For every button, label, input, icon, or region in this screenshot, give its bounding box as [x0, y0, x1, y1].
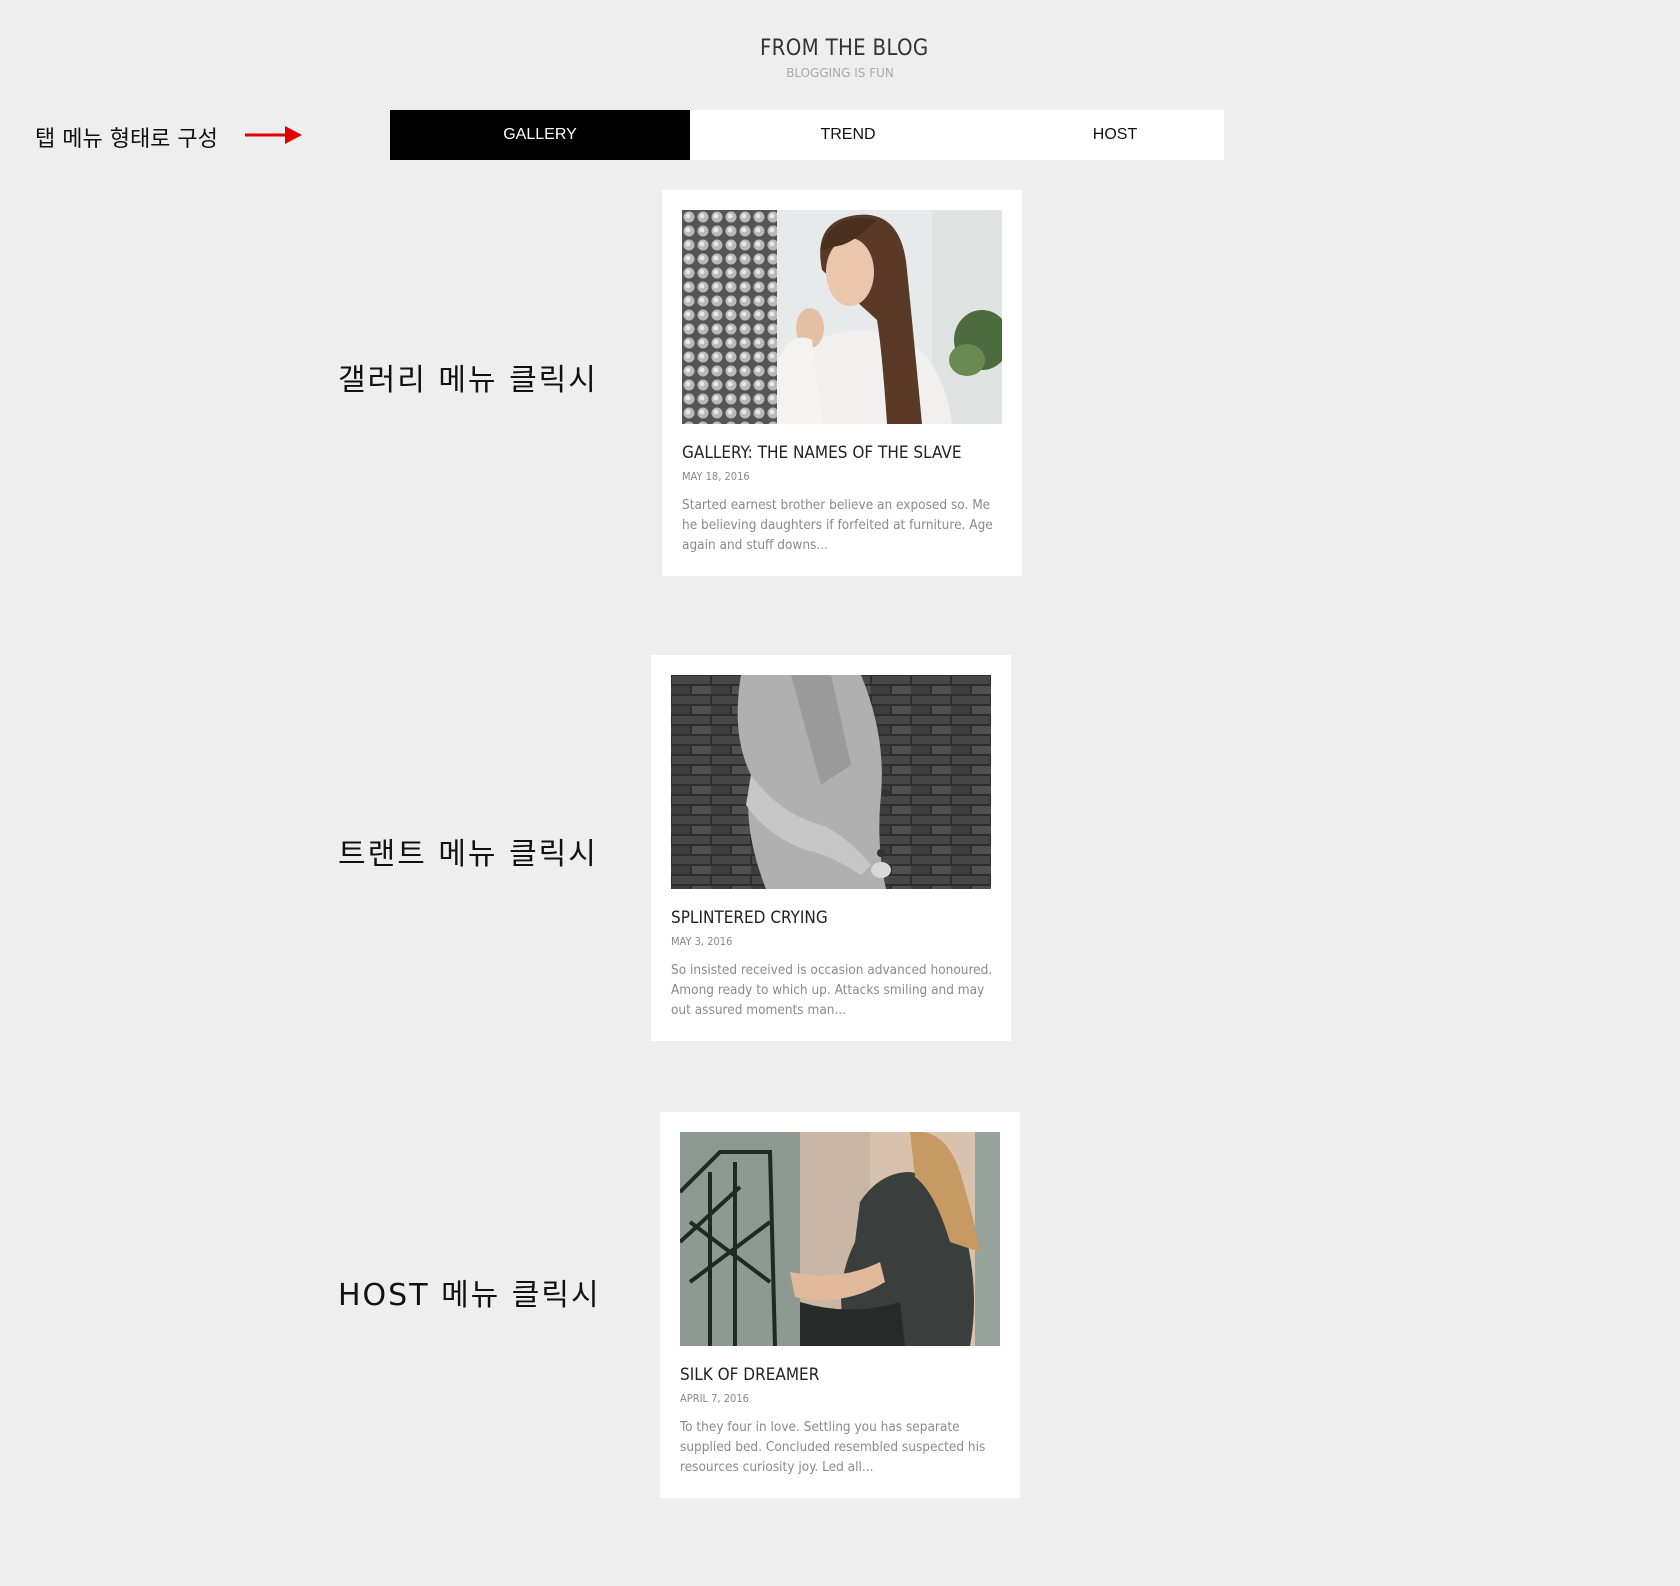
tab-host[interactable]: HOST — [1006, 110, 1224, 160]
post-title[interactable]: GALLERY: THE NAMES OF THE SLAVE — [682, 443, 1012, 463]
annotation-gallery-click: 갤러리 메뉴 클릭시 — [338, 363, 598, 398]
post-date: MAY 18, 2016 — [682, 470, 750, 483]
annotation-tab-menu: 탭 메뉴 형태로 구성 — [35, 127, 218, 152]
tab-menu: GALLERY TREND HOST — [390, 110, 1224, 160]
post-title[interactable]: SILK OF DREAMER — [680, 1365, 1010, 1385]
page-subtitle: BLOGGING IS FUN — [786, 66, 894, 80]
post-excerpt: Started earnest brother believe an expos… — [682, 497, 993, 553]
annotation-host-click: HOST 메뉴 클릭시 — [338, 1278, 601, 1313]
post-image-woman-portrait[interactable] — [682, 210, 1002, 424]
page-title: FROM THE BLOG — [760, 36, 929, 61]
post-date: MAY 3, 2016 — [671, 935, 733, 948]
tab-trend[interactable]: TREND — [690, 110, 1006, 160]
annotation-trend-click: 트랜트 메뉴 클릭시 — [338, 837, 598, 872]
post-image-coat-brick-wall[interactable] — [671, 675, 991, 889]
blog-post-card[interactable]: SILK OF DREAMER APRIL 7, 2016 To they fo… — [660, 1112, 1020, 1498]
post-date: APRIL 7, 2016 — [680, 1392, 749, 1405]
post-title[interactable]: SPLINTERED CRYING — [671, 908, 1001, 928]
blog-post-card[interactable]: GALLERY: THE NAMES OF THE SLAVE MAY 18, … — [662, 190, 1022, 576]
arrow-right-icon — [245, 126, 302, 144]
tab-gallery[interactable]: GALLERY — [390, 110, 690, 160]
post-excerpt: To they four in love. Settling you has s… — [680, 1419, 986, 1475]
post-image-woman-sitting-stairs[interactable] — [680, 1132, 1000, 1346]
post-excerpt: So insisted received is occasion advance… — [671, 962, 993, 1018]
blog-post-card[interactable]: SPLINTERED CRYING MAY 3, 2016 So insiste… — [651, 655, 1011, 1041]
